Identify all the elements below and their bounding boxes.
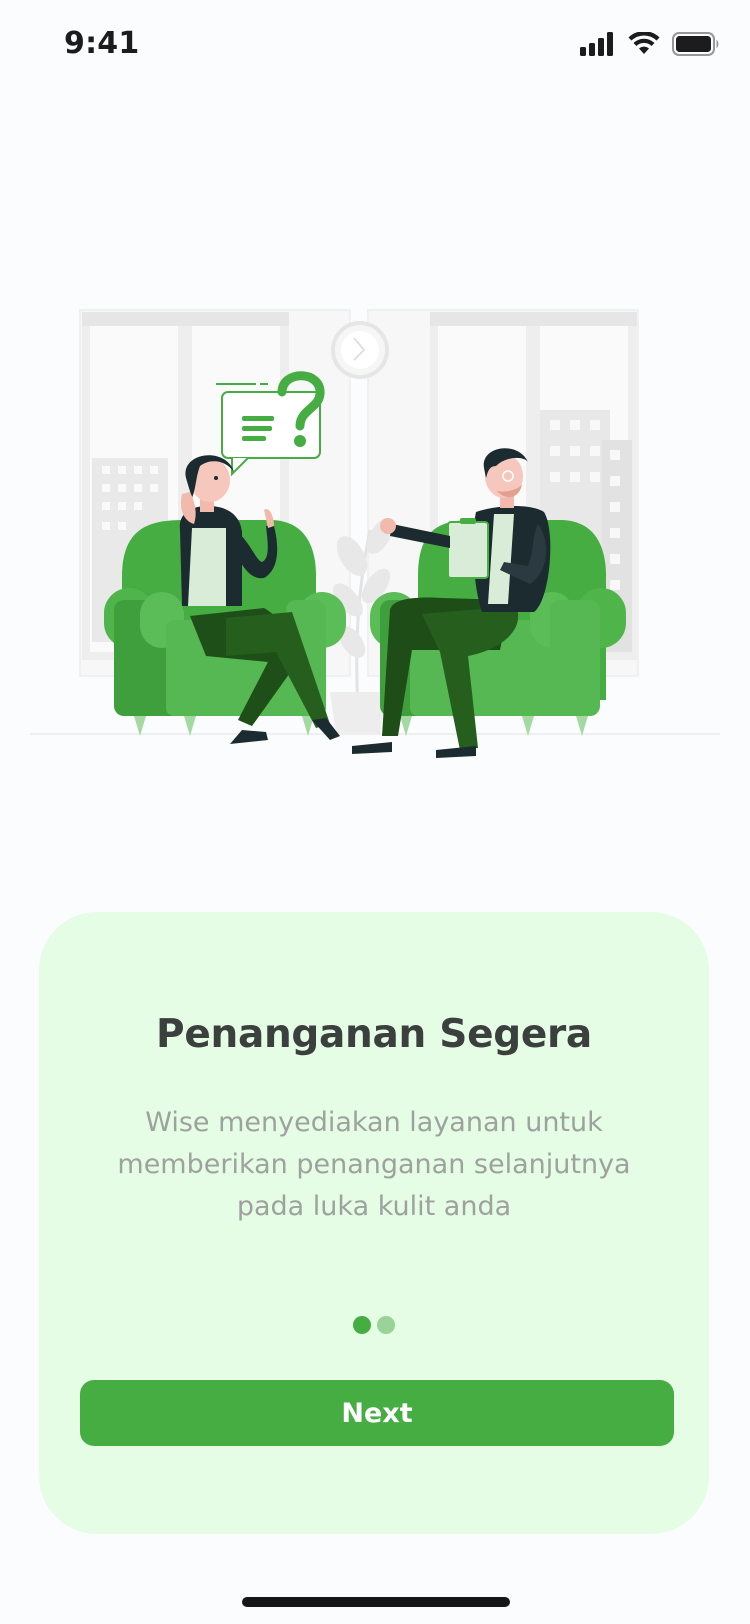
onboarding-description: Wise menyediakan layanan untuk memberika…	[117, 1107, 631, 1222]
home-indicator[interactable]	[242, 1597, 510, 1607]
checklist-icon	[447, 521, 489, 579]
status-bar: 9:41	[0, 0, 750, 92]
page-dot-inactive	[377, 1316, 395, 1334]
page-dot-active	[353, 1316, 371, 1334]
onboarding-illustration	[30, 309, 720, 758]
battery-icon	[672, 32, 719, 56]
cellular-signal-icon	[580, 32, 613, 56]
wifi-icon	[628, 32, 660, 54]
status-icons	[580, 32, 720, 56]
onboarding-title: Penanganan Segera	[156, 1012, 592, 1057]
page-indicator	[39, 1316, 709, 1334]
clock-icon	[331, 321, 389, 379]
status-time: 9:41	[64, 26, 140, 61]
next-button[interactable]: Next	[80, 1380, 674, 1446]
onboarding-card: Penanganan Segera Wise menyediakan layan…	[39, 912, 709, 1534]
